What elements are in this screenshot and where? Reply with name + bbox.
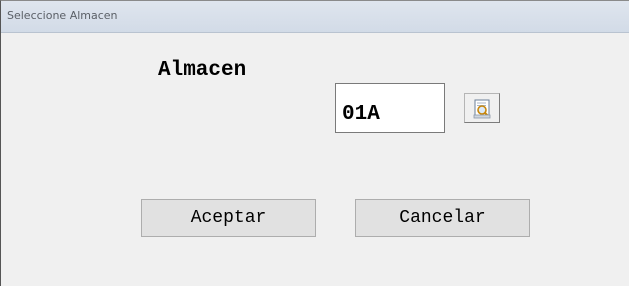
accept-button[interactable]: Aceptar bbox=[141, 199, 316, 237]
search-document-icon bbox=[473, 99, 491, 119]
window-title: Seleccione Almacen bbox=[7, 9, 118, 22]
title-bar[interactable]: Seleccione Almacen bbox=[1, 1, 629, 33]
dialog-window: Seleccione Almacen Almacen Aceptar Cance… bbox=[0, 0, 629, 286]
almacen-label: Almacen bbox=[158, 59, 247, 82]
lookup-button[interactable] bbox=[464, 93, 500, 123]
cancel-button[interactable]: Cancelar bbox=[355, 199, 530, 237]
dialog-body bbox=[1, 33, 629, 286]
almacen-input[interactable] bbox=[335, 83, 445, 133]
